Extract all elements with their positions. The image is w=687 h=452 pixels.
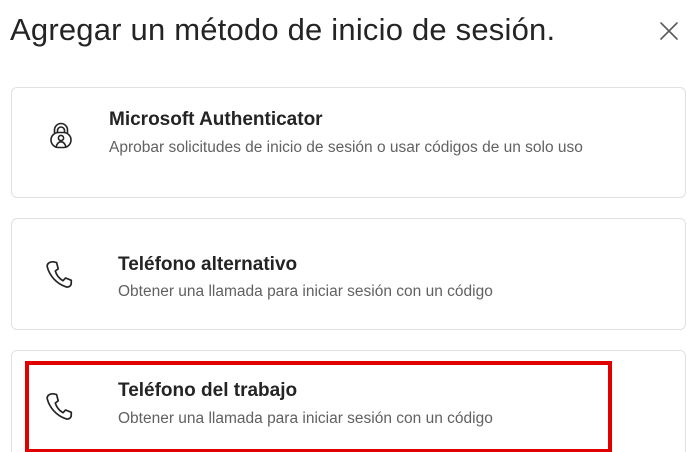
option-description: Obtener una llamada para iniciar sesión … — [118, 283, 493, 300]
add-signin-method-dialog: Agregar un método de inicio de sesión. M… — [0, 0, 687, 452]
dialog-title: Agregar un método de inicio de sesión. — [10, 12, 556, 47]
phone-icon — [44, 259, 74, 289]
option-description: Obtener una llamada para iniciar sesión … — [118, 410, 493, 427]
option-work-phone[interactable]: Teléfono del trabajo Obtener una llamada… — [11, 350, 686, 452]
close-button[interactable] — [658, 20, 680, 42]
option-title: Microsoft Authenticator — [109, 109, 323, 130]
option-microsoft-authenticator[interactable]: Microsoft Authenticator Aprobar solicitu… — [11, 87, 686, 198]
option-description: Aprobar solicitudes de inicio de sesión … — [109, 139, 583, 156]
option-title: Teléfono alternativo — [118, 254, 298, 275]
authenticator-icon — [46, 120, 76, 150]
close-icon — [660, 22, 678, 40]
option-title: Teléfono del trabajo — [118, 380, 298, 401]
option-alternate-phone[interactable]: Teléfono alternativo Obtener una llamada… — [11, 218, 686, 330]
phone-icon — [44, 391, 74, 421]
